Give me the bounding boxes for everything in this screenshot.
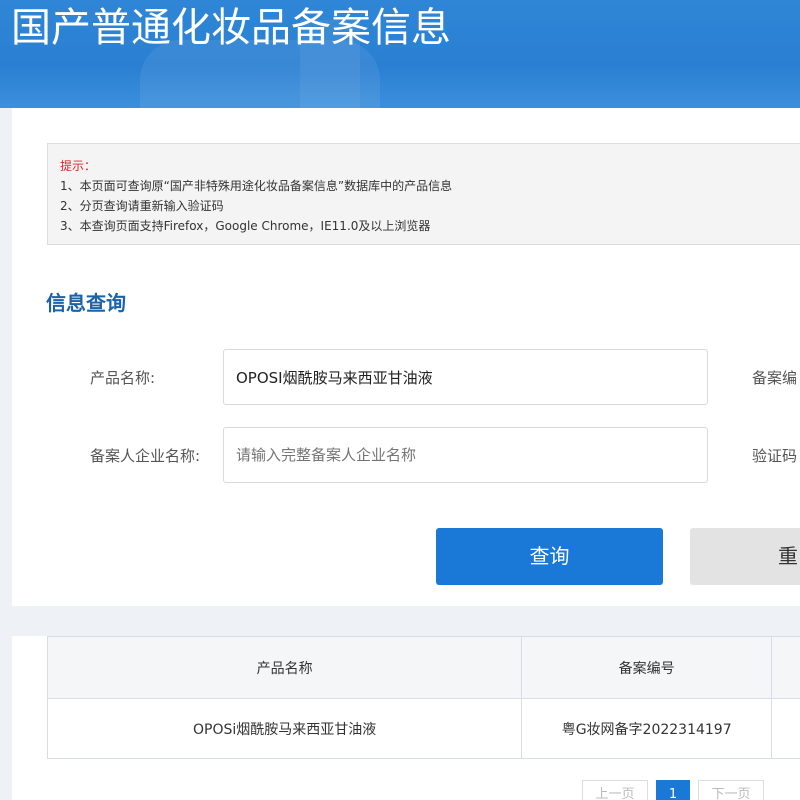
notice-line-3: 3、本查询页面支持Firefox，Google Chrome，IE11.0及以上… (60, 219, 431, 233)
prev-page-button[interactable]: 上一页 (582, 780, 648, 800)
reset-button[interactable]: 重 (690, 528, 800, 585)
filing-number-label: 备案编 (752, 369, 798, 387)
cell-extra (771, 698, 800, 759)
cell-product-name[interactable]: OPOSi烟酰胺马来西亚甘油液 (46, 698, 523, 759)
cell-filing-number: 粤G妆网备字2022314197 (521, 698, 773, 759)
table-row[interactable]: OPOSi烟酰胺马来西亚甘油液 粤G妆网备字2022314197 (46, 698, 800, 759)
notice-box: 提示： 1、本页面可查询原“国产非特殊用途化妆品备案信息”数据库中的产品信息 2… (47, 143, 800, 245)
notice-line-1: 1、本页面可查询原“国产非特殊用途化妆品备案信息”数据库中的产品信息 (60, 179, 453, 193)
product-name-label: 产品名称: (90, 369, 156, 387)
notice-line-2: 2、分页查询请重新输入验证码 (60, 199, 224, 213)
company-name-input[interactable] (223, 427, 708, 483)
column-header-filing-number: 备案编号 (521, 636, 773, 699)
product-name-input[interactable] (223, 349, 708, 405)
next-page-button[interactable]: 下一页 (698, 780, 764, 800)
captcha-label: 验证码 (752, 447, 798, 465)
query-button[interactable]: 查询 (436, 528, 663, 585)
section-title: 信息查询 (46, 291, 126, 315)
table-header-row: 产品名称 备案编号 (46, 636, 800, 699)
column-header-product-name: 产品名称 (46, 636, 523, 699)
page-1-button[interactable]: 1 (656, 780, 690, 800)
column-header-extra (771, 636, 800, 699)
header-banner: 国产普通化妆品备案信息 (0, 0, 800, 108)
notice-title: 提示： (60, 159, 97, 173)
company-name-label: 备案人企业名称: (90, 447, 201, 465)
page-title: 国产普通化妆品备案信息 (11, 5, 451, 51)
results-table: 产品名称 备案编号 OPOSi烟酰胺马来西亚甘油液 粤G妆网备字20223141… (46, 636, 800, 759)
